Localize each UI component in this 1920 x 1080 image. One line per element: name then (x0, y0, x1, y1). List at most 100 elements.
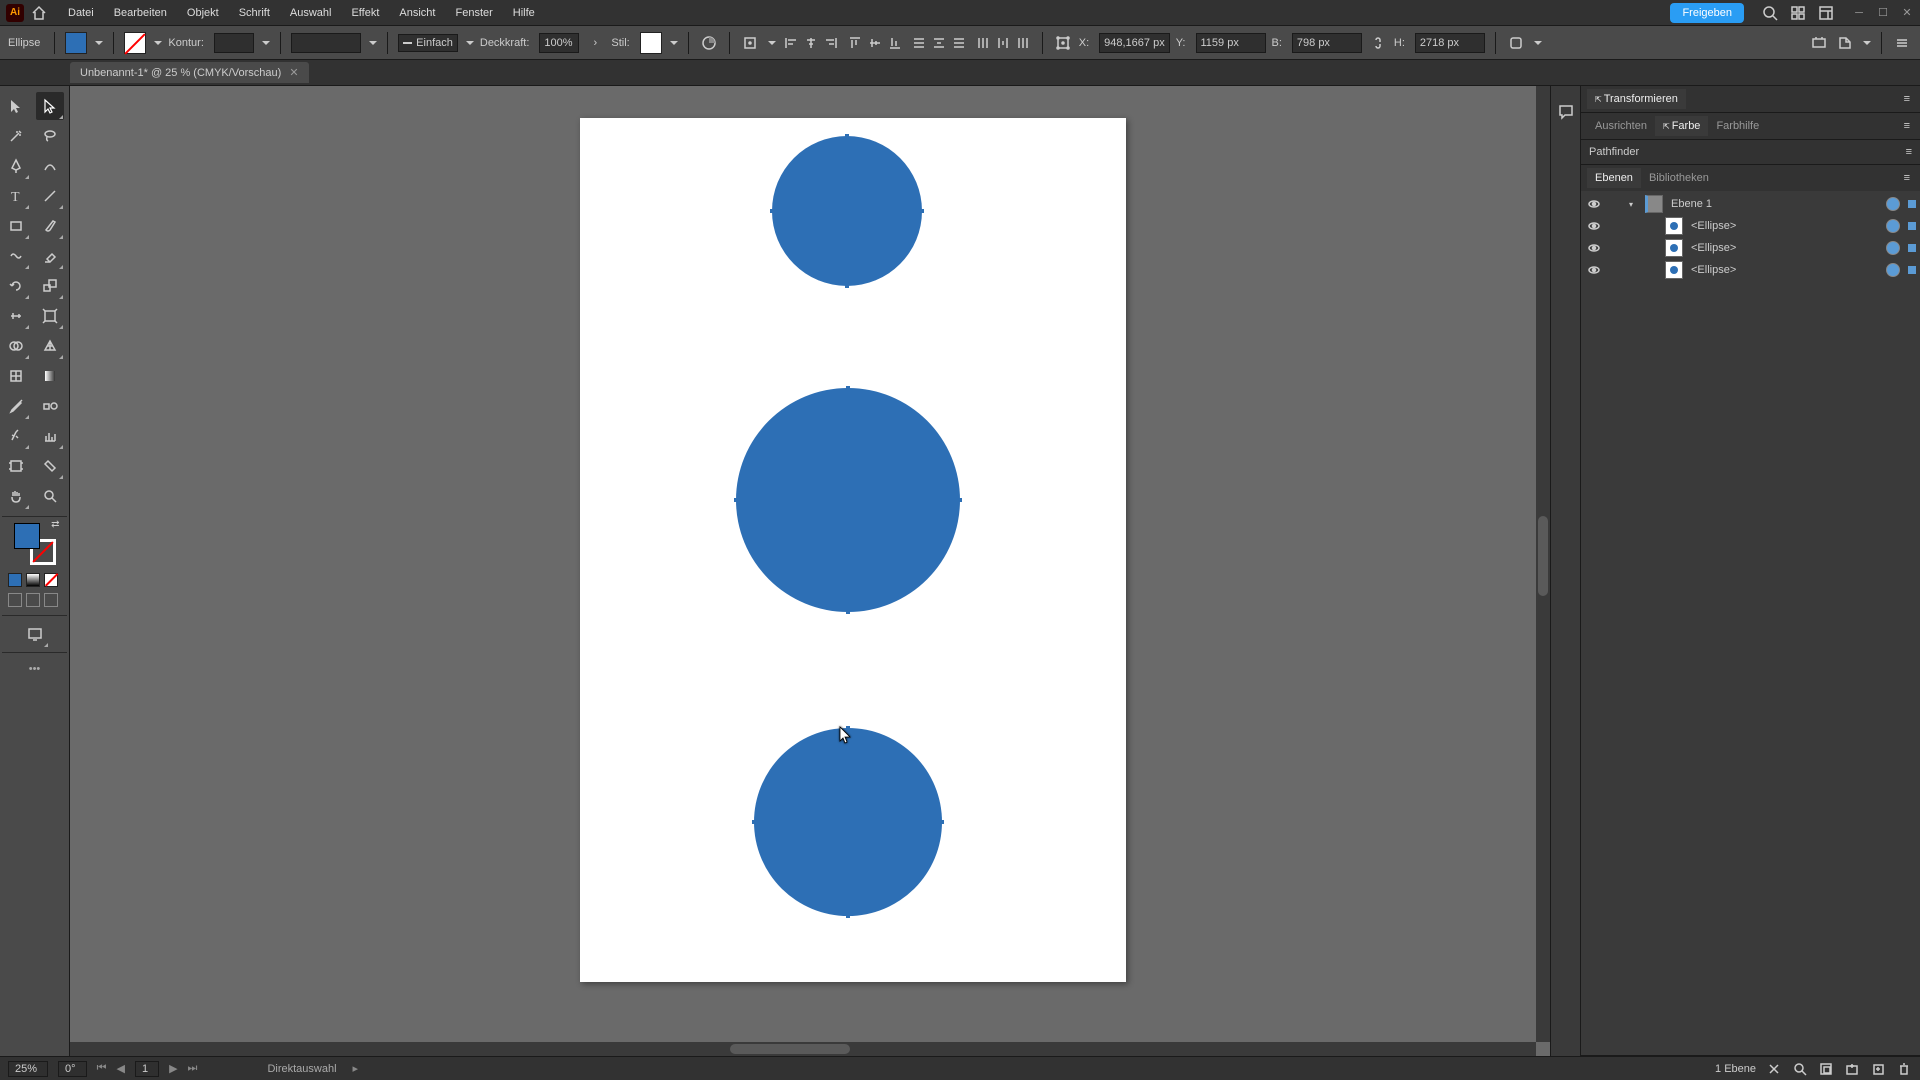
align-top-icon[interactable] (846, 34, 864, 52)
delete-layer-icon[interactable] (1896, 1061, 1912, 1077)
canvas-viewport[interactable] (70, 86, 1550, 1056)
brush-dropdown-icon[interactable] (466, 41, 474, 45)
screen-mode-tool[interactable] (21, 620, 49, 648)
stroke-dropdown-icon[interactable] (154, 41, 162, 45)
gradient-tool[interactable] (36, 362, 64, 390)
layer-name-label[interactable]: <Ellipse> (1687, 264, 1882, 276)
stroke-swatch[interactable] (124, 32, 146, 54)
layer-target-icon[interactable] (1886, 219, 1900, 233)
align-left-icon[interactable] (782, 34, 800, 52)
new-sublayer-icon[interactable] (1844, 1061, 1860, 1077)
panel-tab-ausrichten[interactable]: Ausrichten (1587, 116, 1655, 136)
x-field[interactable]: 948,1667 px (1099, 33, 1170, 53)
eraser-tool[interactable] (36, 242, 64, 270)
tab-close-icon[interactable]: ✕ (289, 66, 298, 79)
minimize-icon[interactable]: ─ (1852, 6, 1866, 20)
distribute-left-icon[interactable] (974, 34, 992, 52)
layers-find-icon[interactable] (1766, 1061, 1782, 1077)
line-tool[interactable] (36, 182, 64, 210)
layer-name-label[interactable]: Ebene 1 (1667, 198, 1882, 210)
locate-layer-icon[interactable] (1792, 1061, 1808, 1077)
color-mode-icon[interactable] (8, 573, 22, 587)
menu-hilfe[interactable]: Hilfe (503, 3, 545, 23)
recolor-icon[interactable] (699, 33, 719, 53)
horizontal-scrollbar[interactable] (70, 1042, 1536, 1056)
stroke-weight-dropdown-icon[interactable] (262, 41, 270, 45)
artboard-tool[interactable] (2, 452, 30, 480)
w-field[interactable]: 798 px (1292, 33, 1362, 53)
artboard[interactable] (580, 118, 1126, 982)
rotation-field[interactable]: 0° (58, 1061, 87, 1077)
zoom-field[interactable]: 25% (8, 1061, 48, 1077)
rectangle-tool[interactable] (2, 212, 30, 240)
layer-target-icon[interactable] (1886, 241, 1900, 255)
share-button[interactable]: Freigeben (1670, 3, 1744, 23)
stroke-weight-field[interactable] (214, 33, 254, 53)
free-transform-tool[interactable] (36, 302, 64, 330)
layer-row-parent[interactable]: ▾ Ebene 1 (1581, 193, 1920, 215)
panel-tab-farbe[interactable]: ⇱Farbe (1655, 116, 1708, 136)
distribute-top-icon[interactable] (910, 34, 928, 52)
layer-name-label[interactable]: <Ellipse> (1687, 242, 1882, 254)
document-tab[interactable]: Unbenannt-1* @ 25 % (CMYK/Vorschau) ✕ (70, 62, 309, 83)
menu-effekt[interactable]: Effekt (341, 3, 389, 23)
blend-tool[interactable] (36, 392, 64, 420)
panel-menu-icon[interactable]: ≡ (1906, 146, 1912, 158)
stroke-profile-field[interactable] (291, 33, 361, 53)
artboard-nav-last-icon[interactable]: ⏭ (188, 1062, 198, 1075)
y-field[interactable]: 1159 px (1196, 33, 1266, 53)
isolate-icon[interactable] (1809, 33, 1829, 53)
slice-tool[interactable] (36, 452, 64, 480)
swap-fill-stroke-icon[interactable]: ⇄ (51, 519, 59, 530)
shape-builder-tool[interactable] (2, 332, 30, 360)
eyedropper-tool[interactable] (2, 392, 30, 420)
direct-selection-tool[interactable] (36, 92, 64, 120)
layer-row-item[interactable]: <Ellipse> (1581, 215, 1920, 237)
artboard-nav-prev-icon[interactable]: ◀ (116, 1062, 124, 1075)
transform-reference-icon[interactable] (1053, 33, 1073, 53)
draw-behind-icon[interactable] (26, 593, 40, 607)
paintbrush-tool[interactable] (36, 212, 64, 240)
align-bottom-icon[interactable] (886, 34, 904, 52)
mesh-tool[interactable] (2, 362, 30, 390)
edit-toolbar-icon[interactable]: ••• (0, 657, 69, 681)
maximize-icon[interactable]: ☐ (1876, 6, 1890, 20)
panel-pathfinder[interactable]: Pathfinder ≡ (1581, 140, 1920, 164)
clip-mask-icon[interactable] (1818, 1061, 1834, 1077)
hand-tool[interactable] (2, 482, 30, 510)
menu-ansicht[interactable]: Ansicht (389, 3, 445, 23)
scale-tool[interactable] (36, 272, 64, 300)
menu-auswahl[interactable]: Auswahl (280, 3, 342, 23)
shape-props-dropdown-icon[interactable] (1534, 41, 1542, 45)
home-icon[interactable] (30, 4, 48, 22)
close-icon[interactable]: ✕ (1900, 6, 1914, 20)
workspace-icon[interactable] (1814, 1, 1838, 25)
menu-fenster[interactable]: Fenster (445, 3, 502, 23)
pen-tool[interactable] (2, 152, 30, 180)
gradient-mode-icon[interactable] (26, 573, 40, 587)
panel-tab-transform[interactable]: ⇱Transformieren (1587, 89, 1686, 109)
align-hcenter-icon[interactable] (802, 34, 820, 52)
visibility-icon[interactable] (1585, 219, 1603, 233)
perspective-tool[interactable] (36, 332, 64, 360)
layer-row-item[interactable]: <Ellipse> (1581, 237, 1920, 259)
type-tool[interactable]: T (2, 182, 30, 210)
magic-wand-tool[interactable] (2, 122, 30, 150)
ellipse-shape[interactable] (772, 136, 922, 286)
panel-menu-icon[interactable]: ≡ (1900, 93, 1914, 105)
draw-normal-icon[interactable] (8, 593, 22, 607)
align-to-dropdown-icon[interactable] (768, 41, 776, 45)
artboard-nav-next-icon[interactable]: ▶ (169, 1062, 177, 1075)
vertical-scrollbar[interactable] (1536, 86, 1550, 1042)
distribute-vcenter-icon[interactable] (930, 34, 948, 52)
symbol-sprayer-tool[interactable] (2, 422, 30, 450)
artboard-nav-first-icon[interactable]: ⏮ (97, 1062, 107, 1075)
layer-target-icon[interactable] (1886, 197, 1900, 211)
selection-tool[interactable] (2, 92, 30, 120)
menu-objekt[interactable]: Objekt (177, 3, 229, 23)
shaper-tool[interactable] (2, 242, 30, 270)
panel-tab-ebenen[interactable]: Ebenen (1587, 168, 1641, 188)
fill-swatch[interactable] (65, 32, 87, 54)
layer-target-icon[interactable] (1886, 263, 1900, 277)
none-mode-icon[interactable] (44, 573, 58, 587)
